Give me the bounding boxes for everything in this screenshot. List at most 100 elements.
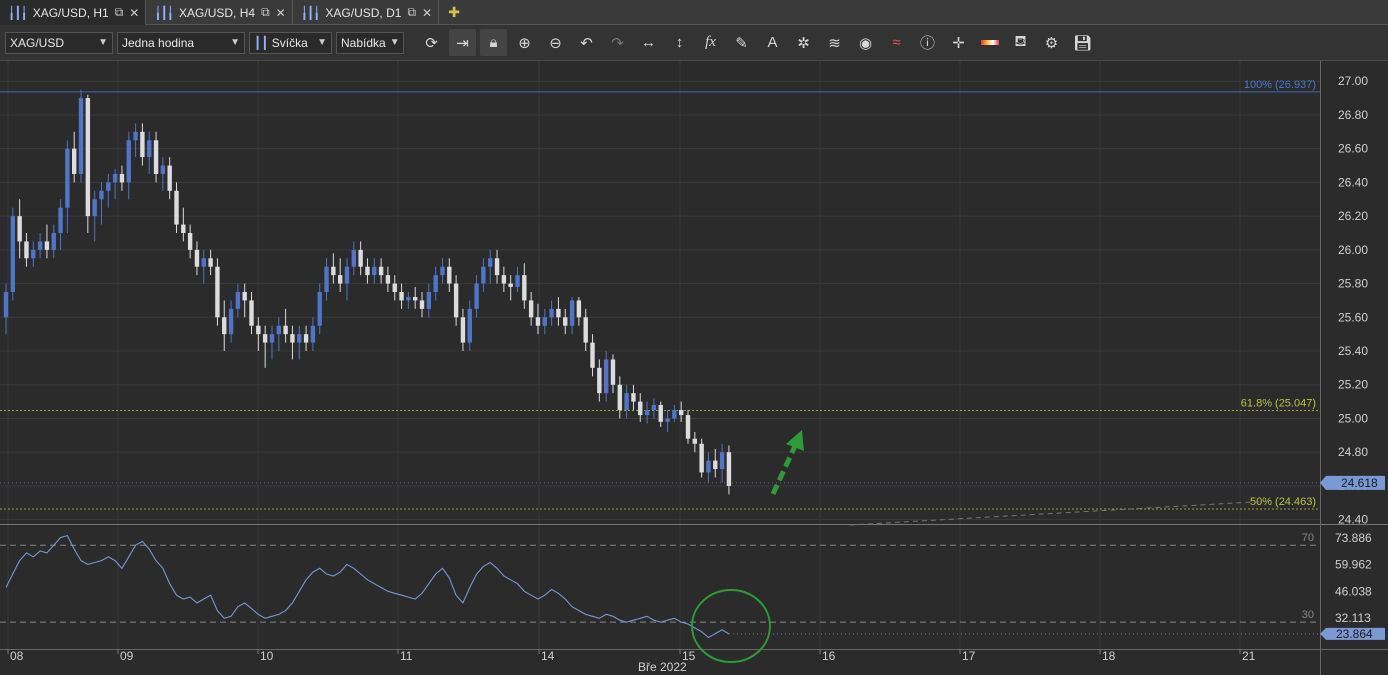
candle-body <box>719 452 725 470</box>
candle-body <box>447 266 452 284</box>
candle-body <box>508 283 513 287</box>
candle-body <box>24 241 29 259</box>
price-tick-label: 26.60 <box>1338 142 1368 156</box>
price-tick-label: 26.40 <box>1338 175 1368 189</box>
candle-body <box>310 325 316 343</box>
symbol-select[interactable]: XAG/USD ▼ <box>5 31 113 54</box>
fx-indicator-icon[interactable]: fx <box>697 29 724 56</box>
candle-body <box>324 266 329 292</box>
candle-body <box>140 131 145 158</box>
settings-ring-icon[interactable]: ⚙ <box>1038 29 1065 56</box>
chart-type-label: Svíčka <box>271 35 308 50</box>
close-icon[interactable]: ✕ <box>422 6 432 20</box>
price-tick-label: 25.40 <box>1338 344 1368 358</box>
refresh-icon[interactable]: ⟳ <box>418 29 445 56</box>
candlestick-icon: ╽┃╽ <box>154 5 174 20</box>
candle-body <box>167 165 172 191</box>
signals-icon[interactable]: ≈ <box>883 29 910 56</box>
candle-body <box>317 292 322 326</box>
period-select[interactable]: Jedna hodina ▼ <box>117 31 245 54</box>
candle-body <box>194 249 200 267</box>
candle-body <box>617 384 622 411</box>
redo-icon[interactable]: ↷ <box>604 29 631 56</box>
close-icon[interactable]: ✕ <box>276 6 286 20</box>
add-chart-icon[interactable]: ✚ <box>439 0 469 25</box>
chevron-down-icon: ▼ <box>98 37 108 48</box>
candle-body <box>303 334 309 343</box>
price-tick-label: 25.60 <box>1338 310 1368 324</box>
eye-icon[interactable]: ◉ <box>852 29 879 56</box>
price-tick-label: 26.20 <box>1338 209 1368 223</box>
text-tool-icon[interactable]: A <box>759 29 786 56</box>
popout-icon[interactable]: ⧉ <box>407 5 416 20</box>
candle-body <box>603 359 609 394</box>
price-chart[interactable]: 100% (26.937)61.8% (25.047)50% (24.463) … <box>0 61 1388 675</box>
save-icon[interactable]: 💾︎ <box>1069 29 1096 56</box>
cursor-crosshair-icon[interactable]: ✲ <box>790 29 817 56</box>
rsi-level-label: 30 <box>1302 609 1314 621</box>
candle-body <box>542 317 547 326</box>
rsi-current-label: 23.864 <box>1336 627 1373 641</box>
candle-body <box>726 452 732 486</box>
candle-body <box>78 98 84 174</box>
candle-body <box>528 300 534 318</box>
undo-icon[interactable]: ↶ <box>573 29 600 56</box>
pencil-draw-icon[interactable]: ✎ <box>728 29 755 56</box>
price-tick-label: 27.00 <box>1338 74 1368 88</box>
candle-body <box>419 300 425 309</box>
candle-body <box>290 334 295 343</box>
candle-body <box>699 443 704 473</box>
chart-area[interactable]: 100% (26.937) 61.8% (25.047) 50% (24.463) … <box>0 61 1388 675</box>
candle-body <box>515 275 520 287</box>
candle-body <box>201 258 206 267</box>
candle-body <box>174 190 179 225</box>
chart-toolbar: XAG/USD ▼ Jedna hodina ▼ ┃┃ Svíčka ▼ Nab… <box>0 25 1388 61</box>
candle-body <box>658 404 663 422</box>
vertical-line-icon[interactable]: ↕ <box>666 29 693 56</box>
candle-body <box>3 292 9 318</box>
candlestick-icon: ┃┃ <box>254 35 269 50</box>
paint-bucket-icon[interactable]: ⛾ <box>1007 29 1034 56</box>
candle-body <box>406 297 411 301</box>
autoscroll-icon[interactable]: ⇥ <box>449 29 476 56</box>
candle-body <box>392 283 397 292</box>
candle-body <box>126 140 131 183</box>
crosshair-icon[interactable]: ✛ <box>945 29 972 56</box>
candlestick-icon: ╽┃╽ <box>300 5 321 20</box>
tab-xagusd-h1[interactable]: ╽┃╽ XAG/USD, H1 ⧉ ✕ <box>0 0 147 25</box>
zoom-out-icon[interactable]: ⊖ <box>542 29 569 56</box>
chevron-down-icon: ▼ <box>230 37 240 48</box>
candle-body <box>358 249 363 267</box>
info-icon[interactable]: ⓘ <box>914 29 941 56</box>
layers-icon[interactable]: ≋ <box>821 29 848 56</box>
time-tick-label: 21 <box>1242 649 1256 663</box>
candle-body <box>494 258 500 276</box>
rsi-tick-label: 32.113 <box>1335 611 1371 625</box>
chart-background <box>0 61 1388 675</box>
colors-icon[interactable] <box>976 29 1003 56</box>
candle-body <box>133 131 138 141</box>
popout-icon[interactable]: ⧉ <box>115 5 124 20</box>
candle-body <box>181 224 186 233</box>
popout-icon[interactable]: ⧉ <box>261 5 270 20</box>
candle-body <box>624 393 629 411</box>
month-label: Bře 2022 <box>638 660 687 674</box>
close-icon[interactable]: ✕ <box>129 6 139 20</box>
candle-body <box>638 401 643 416</box>
lock-icon[interactable]: 🔒︎ <box>480 29 507 56</box>
candle-body <box>283 325 288 335</box>
candle-body <box>378 266 384 276</box>
candle-body <box>706 460 711 473</box>
horizontal-line-icon[interactable]: ↔ <box>635 29 662 56</box>
candle-body <box>440 266 445 276</box>
candle-body <box>106 182 111 191</box>
candle-body <box>10 216 16 292</box>
price-side-select[interactable]: Nabídka ▼ <box>336 31 404 54</box>
chart-type-select[interactable]: ┃┃ Svíčka ▼ <box>249 31 332 54</box>
tab-xagusd-d1[interactable]: ╽┃╽ XAG/USD, D1 ⧉ ✕ <box>293 0 440 25</box>
tab-xagusd-h4[interactable]: ╽┃╽ XAG/USD, H4 ⧉ ✕ <box>146 0 293 25</box>
candle-body <box>85 98 91 217</box>
candle-body <box>17 216 22 242</box>
zoom-in-icon[interactable]: ⊕ <box>511 29 538 56</box>
candle-body <box>65 148 70 208</box>
